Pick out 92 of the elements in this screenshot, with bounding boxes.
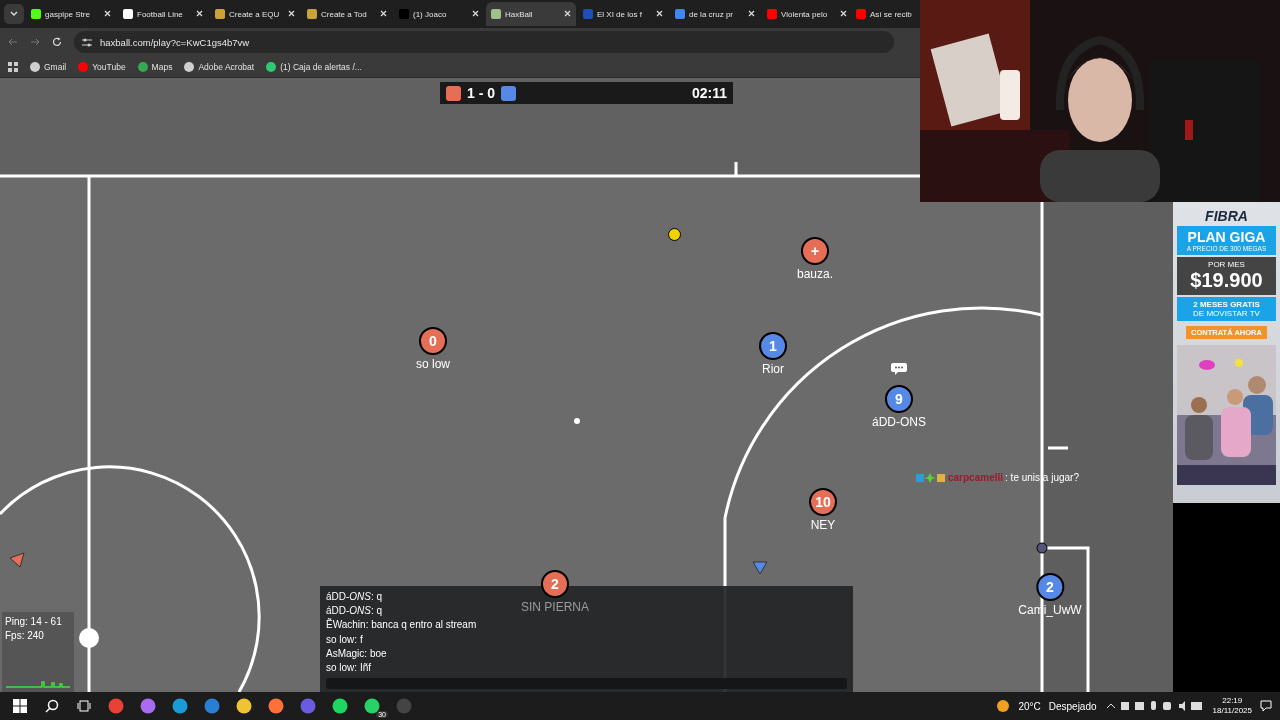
chat-message: AsMagic: boe [326, 646, 387, 661]
player-disc: 1 [759, 332, 787, 360]
browser-tab[interactable]: Create a Tod [302, 2, 392, 26]
close-icon[interactable] [288, 10, 295, 17]
app-icon [364, 698, 380, 714]
arrow-marker-icon [9, 552, 25, 568]
goal-post-icon [79, 628, 99, 648]
browser-tab[interactable]: gaspipe Stre [26, 2, 116, 26]
search-icon [45, 699, 59, 713]
browser-tab[interactable]: de la cruz pr [670, 2, 760, 26]
bookmark-link[interactable]: Adobe Acrobat [184, 61, 255, 72]
windows-icon [13, 699, 27, 713]
system-tray-icons-drawing[interactable] [1104, 700, 1205, 712]
timer-text: 02:11 [691, 85, 727, 101]
ad-product-text: FIBRA [1205, 208, 1248, 224]
arrow-marker-icon [752, 561, 768, 575]
bookmark-link[interactable]: YouTube [78, 61, 126, 72]
chat-message: áDD-ONS: q [326, 604, 383, 618]
app-icon [108, 698, 124, 714]
chat-input-field[interactable] [326, 678, 847, 689]
player-name: SIN PIERNA [521, 600, 589, 614]
app-icon [204, 698, 220, 714]
site-settings-icon[interactable] [82, 37, 92, 47]
score-text: 1 - 0 [467, 85, 495, 101]
ping-text: Ping: 14 - 61 [5, 616, 63, 627]
close-icon[interactable] [748, 10, 755, 17]
weather-text: Despejado [1048, 700, 1097, 712]
player-name: carpcamelli [948, 472, 1004, 483]
chat-message: so low: f [326, 632, 363, 647]
temperature-text: 20°C [1018, 700, 1041, 712]
announcement-text: : te unis a jugar? [1005, 472, 1079, 483]
app-icon [332, 698, 348, 714]
ad-period-text: POR MES [1208, 260, 1245, 269]
browser-tab[interactable]: Create a EQU [210, 2, 300, 26]
apps-grid-icon[interactable] [8, 61, 18, 72]
app-icon [396, 698, 412, 714]
close-icon[interactable] [656, 10, 663, 17]
task-view-icon [77, 700, 91, 712]
player-name: NEY [810, 518, 836, 532]
reload-icon[interactable] [52, 37, 62, 47]
browser-tab[interactable]: HaxBall [486, 2, 576, 26]
ad-promo-note: DE MOVISTAR TV [1193, 309, 1260, 318]
player-name: áDD-ONS [872, 415, 926, 429]
forward-icon[interactable] [30, 37, 40, 47]
browser-tab[interactable]: Football Line [118, 2, 208, 26]
close-icon[interactable] [840, 10, 847, 17]
browser-tab[interactable]: El XI de los f [578, 2, 668, 26]
close-icon[interactable] [472, 10, 479, 17]
goal-post-icon [1036, 542, 1048, 554]
app-icon [172, 698, 188, 714]
address-field[interactable]: haxball.com/play?c=KwC1gs4b7vw [74, 31, 894, 53]
clock[interactable]: 22:19 18/11/2025 [1212, 696, 1252, 716]
player-name: so low [416, 357, 450, 371]
emoji-icons-drawing [916, 472, 946, 483]
close-icon[interactable] [196, 10, 203, 17]
bookmark-link[interactable]: Maps [137, 61, 173, 72]
chat-message: áDD-ONS: q [326, 590, 383, 604]
player-disc: 2 [541, 570, 569, 598]
close-icon[interactable] [564, 10, 571, 17]
player-disc: 10 [809, 488, 837, 516]
player-disc: 0 [419, 327, 447, 355]
weather-icon [996, 699, 1011, 713]
bookmark-link[interactable]: Gmail [30, 61, 67, 72]
ad-plan-text: PLAN GIGA [1187, 229, 1266, 245]
tab-list-button[interactable] [4, 4, 24, 24]
notification-icon[interactable] [1260, 700, 1272, 712]
fps-text: Fps: 240 [5, 630, 45, 641]
player-disc: 9 [885, 385, 913, 413]
browser-tab[interactable]: Violenta pelo [762, 2, 852, 26]
close-icon[interactable] [104, 10, 111, 17]
ad-price-text: $19.900 [1190, 269, 1263, 292]
chat-message: ẼWachin: banca q entro al stream [326, 618, 477, 633]
ad-promo-text: 2 MESES GRATIS [1193, 300, 1260, 309]
team-score-icon [446, 85, 461, 101]
back-icon[interactable] [8, 37, 18, 47]
browser-tab[interactable]: Así se recib [854, 2, 918, 26]
dot-icon [574, 418, 580, 424]
app-icon [300, 698, 316, 714]
player-name: Rior [762, 362, 784, 376]
chat-message: so low: Iñf [326, 661, 372, 675]
bookmark-link[interactable]: (1) Caja de alertas /... [266, 61, 362, 72]
team-score-icon [501, 85, 516, 101]
player-name: bauza. [797, 267, 833, 281]
browser-tab[interactable]: (1) Joaco [394, 2, 484, 26]
close-icon[interactable] [380, 10, 387, 17]
player-disc: + [801, 237, 829, 265]
player-disc: 2 [1036, 573, 1064, 601]
ball-icon [668, 228, 681, 241]
app-icon [268, 698, 284, 714]
app-icon [236, 698, 252, 714]
chevron-icon [10, 11, 18, 17]
app-icon [140, 698, 156, 714]
